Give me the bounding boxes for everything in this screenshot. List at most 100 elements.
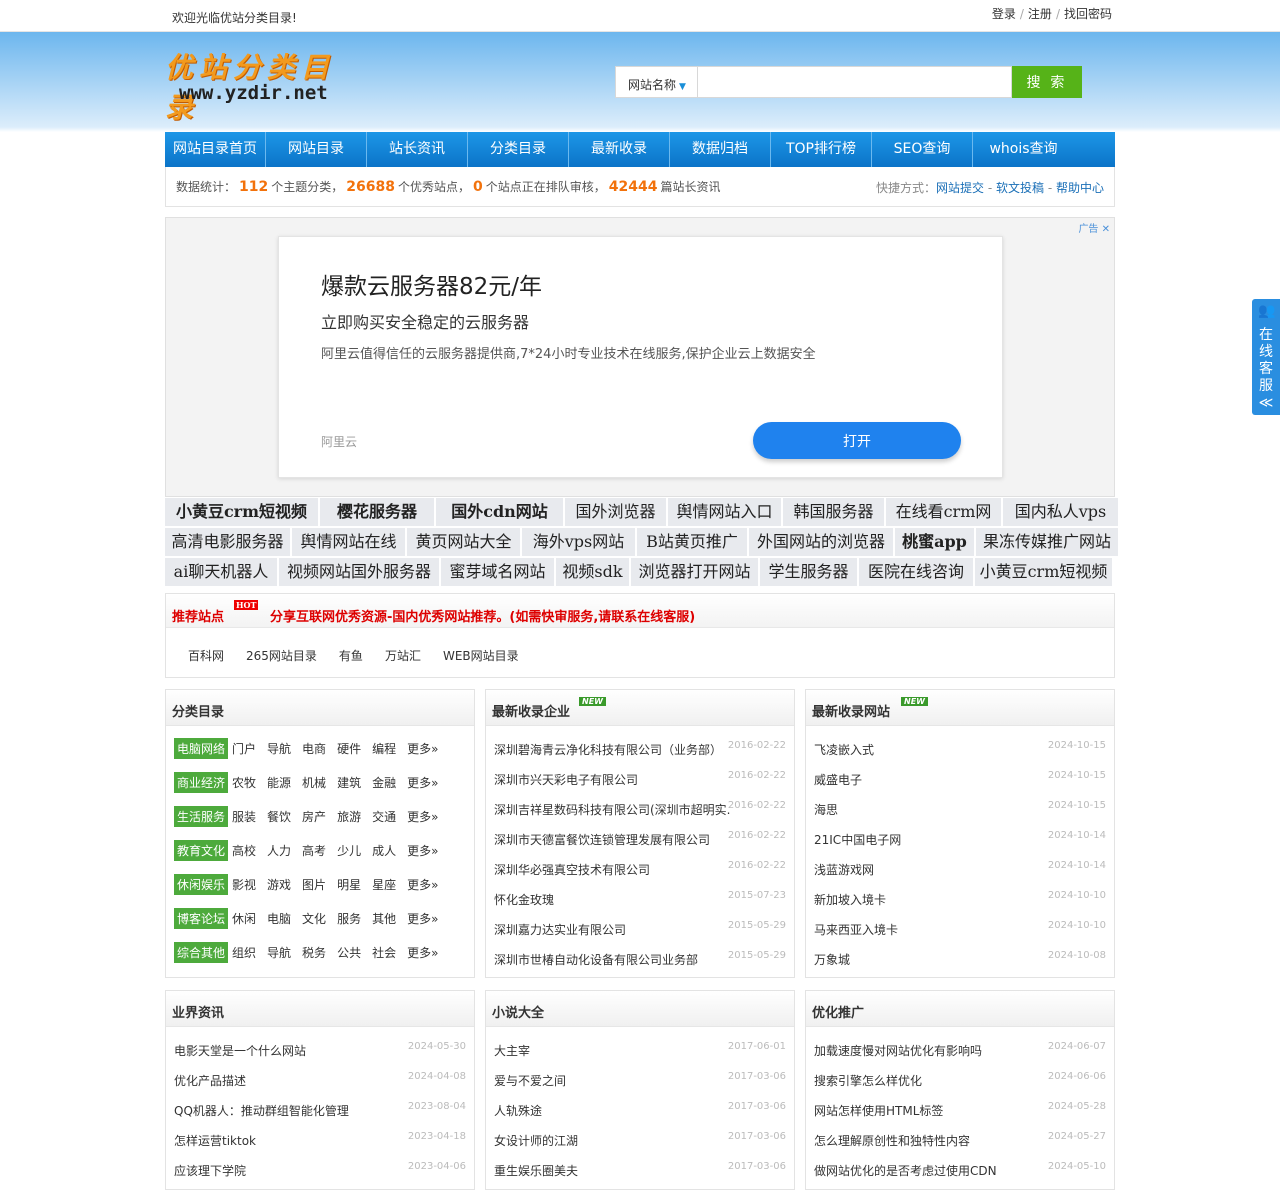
site-logo[interactable]: 优站分类目录 www.yzdir.net — [165, 46, 365, 124]
recommend-link[interactable]: 百科网 — [188, 649, 224, 663]
help-center-link[interactable]: 帮助中心 — [1056, 181, 1104, 195]
text-link[interactable]: 高清电影服务器 — [165, 528, 290, 556]
list-item-title[interactable]: 深圳市天德富餐饮连锁管理发展有限公司 — [494, 831, 710, 848]
subcategory-link[interactable]: 电商 — [302, 740, 326, 757]
text-link[interactable]: 学生服务器 — [760, 558, 857, 586]
subcategory-link[interactable]: 社会 — [372, 944, 396, 961]
category-badge[interactable]: 商业经济 — [174, 771, 229, 793]
subcategory-link[interactable]: 高考 — [302, 842, 326, 859]
recommend-link[interactable]: 有鱼 — [339, 649, 363, 663]
subcategory-link[interactable]: 组织 — [232, 944, 256, 961]
list-item-title[interactable]: 浅蓝游戏网 — [814, 861, 874, 878]
list-item-title[interactable]: 深圳华必强真空技术有限公司 — [494, 861, 650, 878]
list-item-title[interactable]: 爱与不爱之间 — [494, 1072, 566, 1089]
subcategory-link[interactable]: 其他 — [372, 910, 396, 927]
subcategory-link[interactable]: 成人 — [372, 842, 396, 859]
text-link[interactable]: 舆情网站入口 — [668, 498, 781, 526]
nav-item-0[interactable]: 网站目录首页 — [165, 132, 266, 167]
category-badge[interactable]: 综合其他 — [174, 941, 229, 963]
text-link[interactable]: ai聊天机器人 — [165, 558, 277, 586]
subcategory-link[interactable]: 游戏 — [267, 876, 291, 893]
list-item-title[interactable]: 怎么理解原创性和独特性内容 — [814, 1132, 970, 1149]
subcategory-link[interactable]: 星座 — [372, 876, 396, 893]
nav-item-4[interactable]: 最新收录 — [569, 132, 670, 167]
subcategory-link[interactable]: 少儿 — [337, 842, 361, 859]
subcategory-link[interactable]: 房产 — [302, 808, 326, 825]
submit-article-link[interactable]: 软文投稿 — [996, 181, 1044, 195]
list-item-title[interactable]: 大主宰 — [494, 1042, 530, 1059]
list-item-title[interactable]: 搜索引擎怎么样优化 — [814, 1072, 922, 1089]
text-link[interactable]: 视频网站国外服务器 — [279, 558, 439, 586]
list-item-title[interactable]: 怎样运营tiktok — [174, 1132, 256, 1149]
nav-item-3[interactable]: 分类目录 — [468, 132, 569, 167]
more-link[interactable]: 更多» — [407, 808, 438, 825]
more-link[interactable]: 更多» — [407, 842, 438, 859]
list-item-title[interactable]: 深圳碧海青云净化科技有限公司（业务部） — [494, 741, 722, 758]
text-link[interactable]: 桃蜜app — [895, 528, 974, 556]
recommend-link[interactable]: WEB网站目录 — [443, 649, 519, 663]
recommend-link[interactable]: 265网站目录 — [246, 649, 317, 663]
category-badge[interactable]: 教育文化 — [174, 839, 229, 861]
subcategory-link[interactable]: 电脑 — [267, 910, 291, 927]
search-type-select[interactable]: 网站名称 ▼ — [615, 66, 697, 98]
subcategory-link[interactable]: 明星 — [337, 876, 361, 893]
text-link[interactable]: 外国网站的浏览器 — [749, 528, 893, 556]
text-link[interactable]: 韩国服务器 — [783, 498, 884, 526]
subcategory-link[interactable]: 服装 — [232, 808, 256, 825]
search-input[interactable] — [697, 66, 1012, 98]
nav-item-6[interactable]: TOP排行榜 — [771, 132, 872, 167]
category-badge[interactable]: 生活服务 — [174, 805, 229, 827]
text-link[interactable]: B站黄页推广 — [637, 528, 747, 556]
subcategory-link[interactable]: 能源 — [267, 774, 291, 791]
list-item-title[interactable]: 加载速度慢对网站优化有影响吗 — [814, 1042, 982, 1059]
text-link[interactable]: 海外vps网站 — [522, 528, 635, 556]
text-link[interactable]: 医院在线咨询 — [859, 558, 973, 586]
subcategory-link[interactable]: 高校 — [232, 842, 256, 859]
login-link[interactable]: 登录 — [992, 7, 1016, 21]
list-item-title[interactable]: 重生娱乐圈美夫 — [494, 1162, 578, 1179]
list-item-title[interactable]: 电影天堂是一个什么网站 — [174, 1042, 306, 1059]
list-item-title[interactable]: 网站怎样使用HTML标签 — [814, 1102, 943, 1119]
text-link[interactable]: 果冻传媒推广网站 — [976, 528, 1118, 556]
subcategory-link[interactable]: 农牧 — [232, 774, 256, 791]
text-link[interactable]: 浏览器打开网站 — [631, 558, 758, 586]
list-item-title[interactable]: 深圳市兴天彩电子有限公司 — [494, 771, 638, 788]
nav-item-8[interactable]: whois查询 — [973, 132, 1074, 167]
ad-close-icon[interactable]: 广告 ✕ — [1078, 220, 1110, 235]
list-item-title[interactable]: QQ机器人：推动群组智能化管理 — [174, 1102, 349, 1119]
text-link[interactable]: 蜜芽域名网站 — [441, 558, 554, 586]
subcategory-link[interactable]: 金融 — [372, 774, 396, 791]
submit-site-link[interactable]: 网站提交 — [936, 181, 984, 195]
text-link[interactable]: 视频sdk — [556, 558, 629, 586]
subcategory-link[interactable]: 旅游 — [337, 808, 361, 825]
more-link[interactable]: 更多» — [407, 910, 438, 927]
subcategory-link[interactable]: 门户 — [232, 740, 256, 757]
nav-item-5[interactable]: 数据归档 — [670, 132, 771, 167]
category-badge[interactable]: 休闲娱乐 — [174, 873, 229, 895]
list-item-title[interactable]: 飞凌嵌入式 — [814, 741, 874, 758]
subcategory-link[interactable]: 公共 — [337, 944, 361, 961]
subcategory-link[interactable]: 图片 — [302, 876, 326, 893]
list-item-title[interactable]: 做网站优化的是否考虑过使用CDN — [814, 1162, 997, 1179]
list-item-title[interactable]: 万象城 — [814, 951, 850, 968]
list-item-title[interactable]: 深圳嘉力达实业有限公司 — [494, 921, 626, 938]
search-button[interactable]: 搜 索 — [1012, 66, 1082, 98]
list-item-title[interactable]: 海思 — [814, 801, 838, 818]
subcategory-link[interactable]: 餐饮 — [267, 808, 291, 825]
list-item-title[interactable]: 女设计师的江湖 — [494, 1132, 578, 1149]
subcategory-link[interactable]: 交通 — [372, 808, 396, 825]
category-badge[interactable]: 电脑网络 — [174, 737, 229, 759]
text-link[interactable]: 舆情网站在线 — [292, 528, 405, 556]
nav-item-1[interactable]: 网站目录 — [266, 132, 367, 167]
recommend-link[interactable]: 万站汇 — [385, 649, 421, 663]
subcategory-link[interactable]: 税务 — [302, 944, 326, 961]
nav-item-2[interactable]: 站长资讯 — [367, 132, 468, 167]
more-link[interactable]: 更多» — [407, 944, 438, 961]
more-link[interactable]: 更多» — [407, 740, 438, 757]
subcategory-link[interactable]: 服务 — [337, 910, 361, 927]
list-item-title[interactable]: 优化产品描述 — [174, 1072, 246, 1089]
ad-open-button[interactable]: 打开 — [753, 422, 961, 459]
forgot-password-link[interactable]: 找回密码 — [1064, 7, 1112, 21]
category-badge[interactable]: 博客论坛 — [174, 907, 229, 929]
online-service-button[interactable]: 👥 在线客服 ≪ — [1252, 299, 1280, 415]
